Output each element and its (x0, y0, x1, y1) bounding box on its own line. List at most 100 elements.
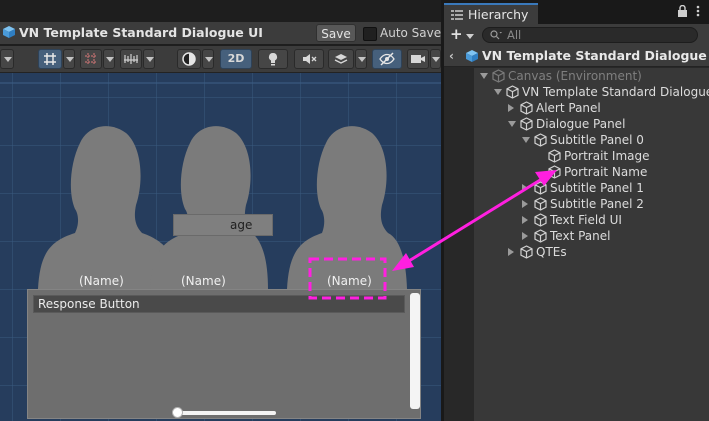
portrait-name-3: (Name) (327, 274, 372, 288)
expand-right-icon[interactable] (522, 184, 528, 192)
scene-title-bar: VN Template Standard Dialogue UI Save Au… (0, 22, 441, 44)
gameobject-cube-icon (534, 197, 547, 211)
expand-down-icon[interactable] (480, 73, 488, 79)
expand-down-icon[interactable] (494, 89, 502, 95)
expand-right-icon[interactable] (508, 248, 514, 256)
more-options-icon[interactable] (696, 5, 700, 17)
scene-visibility-button[interactable] (372, 49, 402, 69)
expand-down-icon[interactable] (522, 137, 530, 143)
hierarchy-item[interactable]: QTEs (474, 244, 709, 260)
response-button[interactable]: Response Button (33, 295, 405, 313)
hierarchy-item[interactable]: Alert Panel (474, 100, 709, 116)
hierarchy-item-label: Subtitle Panel 2 (550, 197, 644, 211)
hierarchy-item[interactable]: Text Panel (474, 228, 709, 244)
tab-hierarchy[interactable]: Hierarchy (444, 3, 538, 24)
hierarchy-item[interactable]: Canvas (Environment) (474, 68, 709, 84)
hierarchy-item[interactable]: Portrait Name (474, 164, 709, 180)
expand-right-icon[interactable] (522, 232, 528, 240)
auto-save-label: Auto Save (380, 26, 442, 40)
unity-prefab-icon (3, 26, 15, 38)
hierarchy-item-label: Canvas (Environment) (508, 69, 642, 83)
shading-mode-dropdown[interactable] (202, 49, 214, 69)
hierarchy-item[interactable]: Portrait Image (474, 148, 709, 164)
lighting-button[interactable] (258, 49, 288, 69)
2d-mode-button[interactable]: 2D (220, 49, 252, 69)
hierarchy-search-input[interactable]: All (482, 27, 698, 43)
expand-right-icon[interactable] (522, 216, 528, 224)
ghost-button[interactable]: age (173, 214, 273, 236)
effects-dropdown[interactable] (355, 49, 367, 69)
scene-toolbar: 2D (0, 46, 441, 73)
grid-icon (44, 53, 56, 65)
camera-icon (411, 55, 425, 63)
expand-right-icon[interactable] (508, 104, 514, 112)
layers-icon (334, 54, 348, 64)
increment-snap-button[interactable] (80, 49, 102, 69)
hierarchy-item[interactable]: Subtitle Panel 0 (474, 132, 709, 148)
hierarchy-item-label: Alert Panel (536, 101, 601, 115)
scene-panel: VN Template Standard Dialogue UI Save Au… (0, 0, 441, 421)
response-panel: Response Button (27, 289, 421, 419)
scrollbar-handle[interactable] (172, 407, 183, 418)
add-icon[interactable]: + (450, 27, 463, 42)
expand-right-icon[interactable] (522, 200, 528, 208)
hierarchy-item[interactable]: VN Template Standard Dialogue UI (474, 84, 709, 100)
prefab-mode-header: ‹ VN Template Standard Dialogue UI* (444, 46, 709, 67)
hierarchy-item[interactable]: Dialogue Panel (474, 116, 709, 132)
prefab-title: VN Template Standard Dialogue UI* (482, 48, 709, 63)
search-icon (490, 30, 502, 40)
hierarchy-gutter (444, 46, 474, 421)
grid-snap-dropdown[interactable] (63, 49, 75, 69)
hierarchy-item-label: Portrait Image (564, 149, 650, 163)
snap-grid-icon (85, 53, 97, 65)
camera-dropdown[interactable] (430, 49, 441, 69)
gameobject-cube-icon (548, 149, 561, 163)
back-arrow-icon[interactable]: ‹ (449, 49, 454, 63)
hierarchy-item-label: Dialogue Panel (536, 117, 626, 131)
chevron-down-icon[interactable] (466, 34, 474, 39)
gameobject-cube-icon (506, 85, 519, 99)
expand-down-icon[interactable] (508, 121, 516, 127)
auto-save-checkbox[interactable] (363, 27, 377, 41)
unity-prefab-icon (466, 50, 478, 62)
ruler-dropdown[interactable] (143, 49, 155, 69)
shading-mode-button[interactable] (177, 49, 201, 69)
hierarchy-item-label: Text Panel (550, 229, 611, 243)
hierarchy-tab-bar: Hierarchy (444, 0, 709, 24)
hierarchy-item[interactable]: Text Field UI (474, 212, 709, 228)
hierarchy-item[interactable]: Subtitle Panel 1 (474, 180, 709, 196)
audio-button[interactable] (294, 49, 324, 69)
ghost-button-text: age (230, 218, 253, 232)
list-icon (451, 10, 463, 20)
hierarchy-tab-label: Hierarchy (468, 7, 529, 22)
gameobject-cube-icon (520, 117, 533, 131)
gameobject-cube-icon (520, 101, 533, 115)
transform-dropdown[interactable] (0, 49, 14, 69)
ruler-icon (124, 54, 138, 64)
hierarchy-item[interactable]: Subtitle Panel 2 (474, 196, 709, 212)
camera-button[interactable] (407, 49, 429, 69)
gameobject-cube-icon (548, 165, 561, 179)
gameobject-cube-icon (520, 245, 533, 259)
portrait-name-1: (Name) (79, 274, 124, 288)
gameobject-cube-icon (534, 213, 547, 227)
ruler-button[interactable] (120, 49, 142, 69)
grid-snap-button[interactable] (38, 49, 62, 69)
hierarchy-panel: Hierarchy + All ‹ VN Template Standard D… (444, 0, 709, 421)
gameobject-cube-icon (534, 229, 547, 243)
scene-viewport[interactable]: age (Name) (Name) (Name) Response Button (0, 73, 441, 421)
gameobject-cube-icon (534, 133, 547, 147)
hierarchy-item-label: Subtitle Panel 1 (550, 181, 644, 195)
hierarchy-item-label: QTEs (536, 245, 567, 259)
save-button[interactable]: Save (316, 24, 356, 42)
hierarchy-item-label: Text Field UI (550, 213, 622, 227)
portrait-name-2: (Name) (181, 274, 226, 288)
sphere-icon (182, 52, 196, 66)
hidden-eye-icon (379, 52, 395, 66)
lock-icon[interactable] (677, 5, 688, 17)
lightbulb-icon (268, 52, 278, 66)
increment-snap-dropdown[interactable] (103, 49, 115, 69)
horizontal-scrollbar[interactable] (172, 407, 276, 418)
vertical-scrollbar[interactable] (410, 293, 420, 409)
effects-button[interactable] (328, 49, 354, 69)
